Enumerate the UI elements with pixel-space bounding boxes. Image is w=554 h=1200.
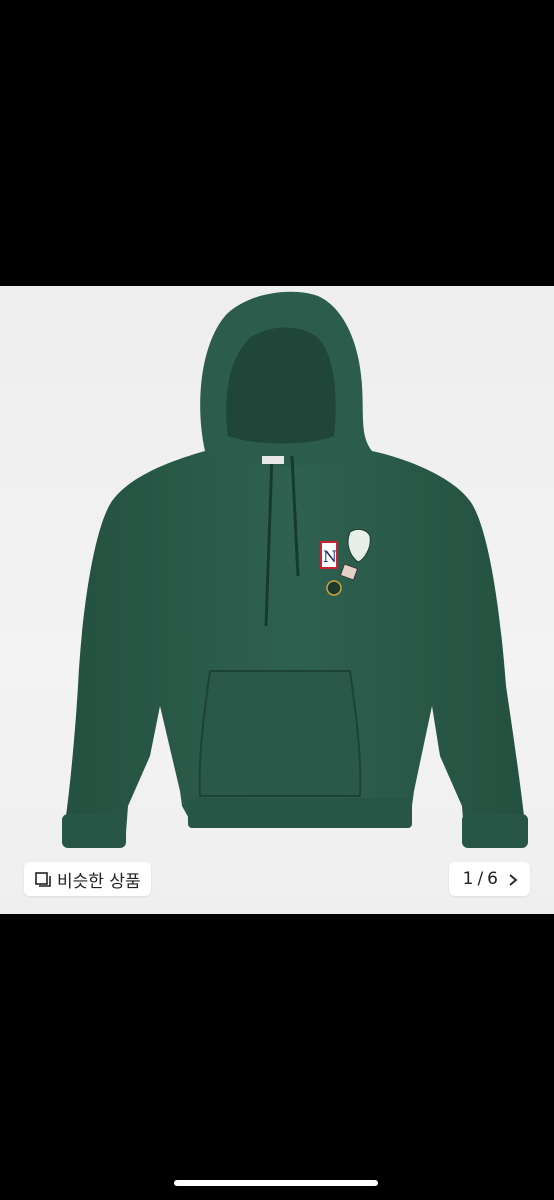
counter-separator: / [477, 869, 484, 889]
current-index: 1 [462, 869, 474, 889]
product-photo[interactable]: N [0, 286, 554, 914]
image-counter[interactable]: 1 / 6 [448, 862, 530, 896]
chevron-right-icon [508, 872, 518, 886]
svg-text:N: N [323, 547, 337, 566]
total-count: 6 [487, 869, 498, 889]
hoodie-image: N [62, 291, 528, 848]
square-stack-icon [34, 870, 52, 888]
similar-products-label: 비슷한 상품 [57, 871, 141, 892]
similar-products-button[interactable]: 비슷한 상품 [24, 862, 151, 896]
home-indicator[interactable] [174, 1180, 378, 1186]
